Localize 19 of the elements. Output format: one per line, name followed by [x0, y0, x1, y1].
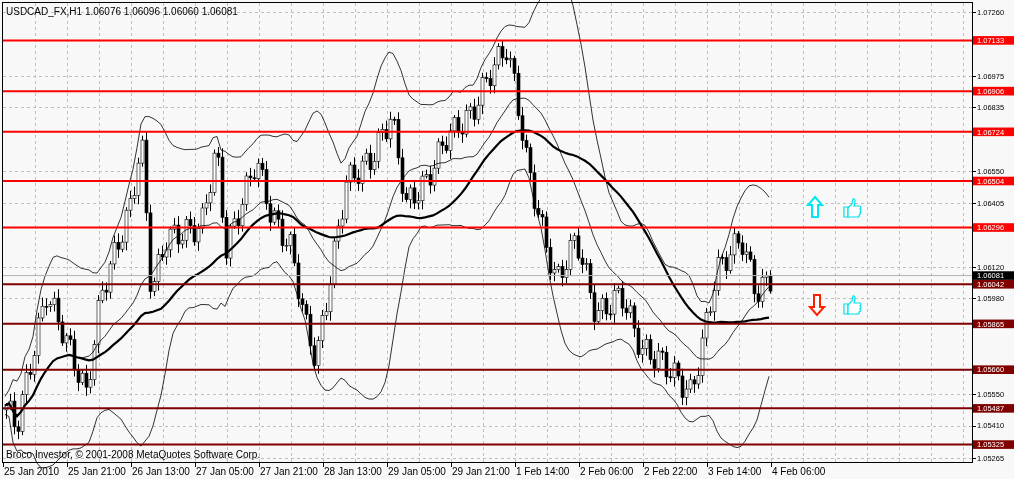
time-axis-label: 28 Jan 13:00: [324, 466, 382, 477]
time-axis-label: 29 Jan 05:00: [388, 466, 446, 477]
time-axis-label: 4 Feb 06:00: [772, 466, 826, 477]
chart-title: USDCAD_FX,H1 1.06076 1.06096 1.06060 1.06081: [6, 6, 238, 17]
time-axis-label: 29 Jan 21:00: [452, 466, 510, 477]
time-axis-label: 2 Feb 06:00: [580, 466, 634, 477]
time-axis-label: 27 Jan 05:00: [196, 466, 254, 477]
thumbs-up-icon: [843, 198, 862, 218]
time-axis-label: 26 Jan 13:00: [132, 466, 190, 477]
time-axis-label: 25 Jan 21:00: [68, 466, 126, 477]
down-arrow-icon: [807, 294, 827, 317]
time-axis-label: 1 Feb 14:00: [516, 466, 570, 477]
up-arrow-icon: [805, 195, 825, 218]
thumbs-up-icon: [843, 295, 862, 315]
time-axis-label: 27 Jan 21:00: [260, 466, 318, 477]
copyright-text: Broco Investor, © 2001-2008 MetaQuotes Software Corp.: [6, 449, 261, 460]
time-axis-label: 2 Feb 22:00: [644, 466, 698, 477]
time-axis-label: 3 Feb 14:00: [708, 466, 762, 477]
time-axis-label: 25 Jan 2010: [4, 466, 60, 477]
